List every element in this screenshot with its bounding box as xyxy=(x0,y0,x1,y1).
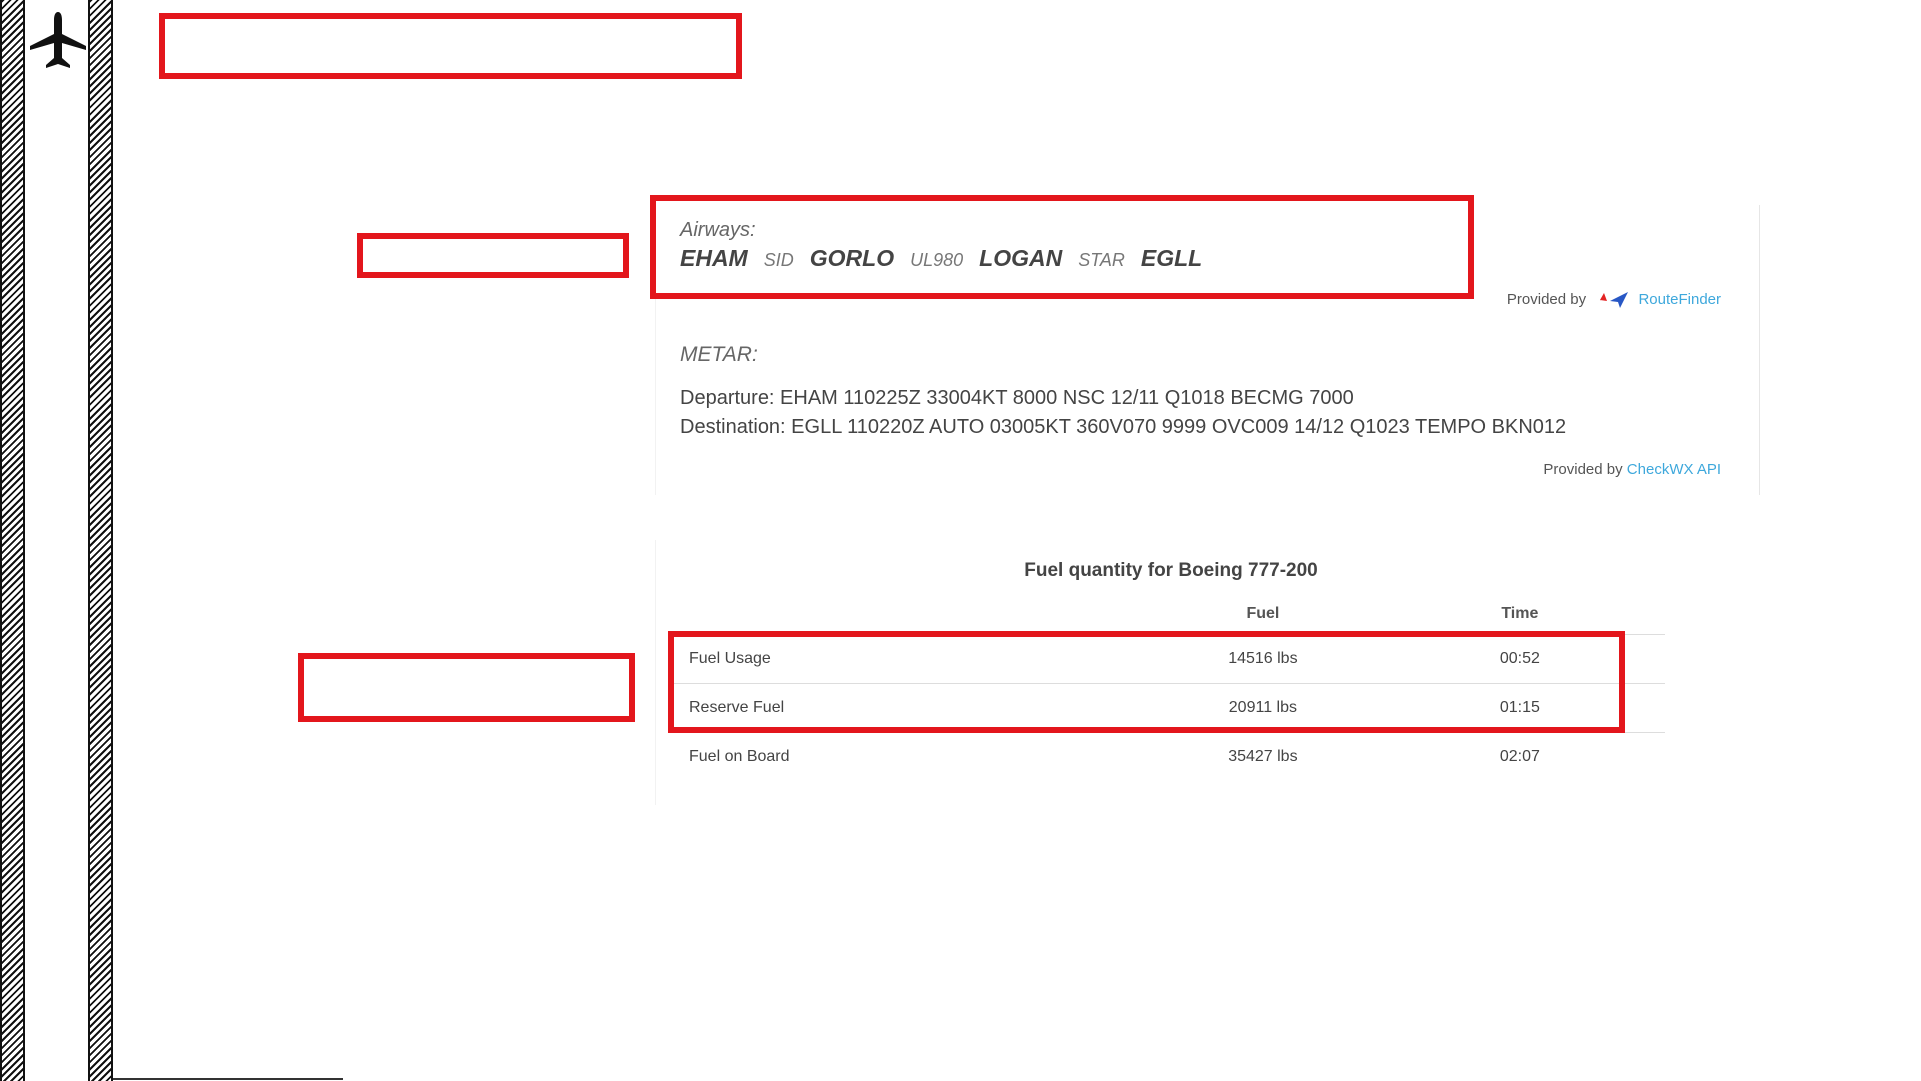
annotation-box-fuel xyxy=(668,631,1625,733)
fuel-row-time: 02:07 xyxy=(1499,748,1540,765)
table-row: Fuel on Board 35427 lbs 02:07 xyxy=(669,733,1665,782)
divider xyxy=(113,1078,343,1080)
annotation-box-left-1 xyxy=(357,233,629,278)
annotation-box-left-2 xyxy=(298,653,635,722)
runway-stripe-right xyxy=(88,0,113,1081)
metar-departure: Departure: EHAM 110225Z 33004KT 8000 NSC… xyxy=(680,387,1354,409)
fuel-table-header: Fuel Time xyxy=(669,594,1665,635)
fuel-title: Fuel quantity for Boeing 777-200 xyxy=(1024,560,1318,581)
fuel-header-fuel: Fuel xyxy=(1151,594,1375,635)
metar-label: METAR: xyxy=(680,343,758,366)
provided-by-label: Provided by xyxy=(1543,461,1623,478)
airplane-icon xyxy=(30,12,86,68)
page: Airways: EHAM SID GORLO UL980 LOGAN STAR EGLL … xyxy=(0,0,1921,1081)
runway-stripe-left xyxy=(0,0,25,1081)
routefinder-attribution: Provided by RouteFinder xyxy=(1507,291,1721,309)
annotation-box-airways xyxy=(650,195,1474,299)
routefinder-link[interactable]: RouteFinder xyxy=(1638,291,1721,308)
fuel-header-label xyxy=(669,594,1152,635)
checkwx-attribution: Provided by CheckWX API xyxy=(1543,461,1721,478)
fuel-row-label: Fuel on Board xyxy=(689,748,790,765)
checkwx-link[interactable]: CheckWX API xyxy=(1627,461,1721,478)
fuel-row-fuel: 35427 lbs xyxy=(1228,748,1298,765)
annotation-box-top xyxy=(159,13,742,79)
routefinder-logo-icon xyxy=(1596,292,1629,309)
provided-by-label: Provided by xyxy=(1506,291,1587,308)
metar-destination: Destination: EGLL 110220Z AUTO 03005KT 3… xyxy=(680,416,1567,438)
fuel-header-time: Time xyxy=(1374,594,1665,635)
